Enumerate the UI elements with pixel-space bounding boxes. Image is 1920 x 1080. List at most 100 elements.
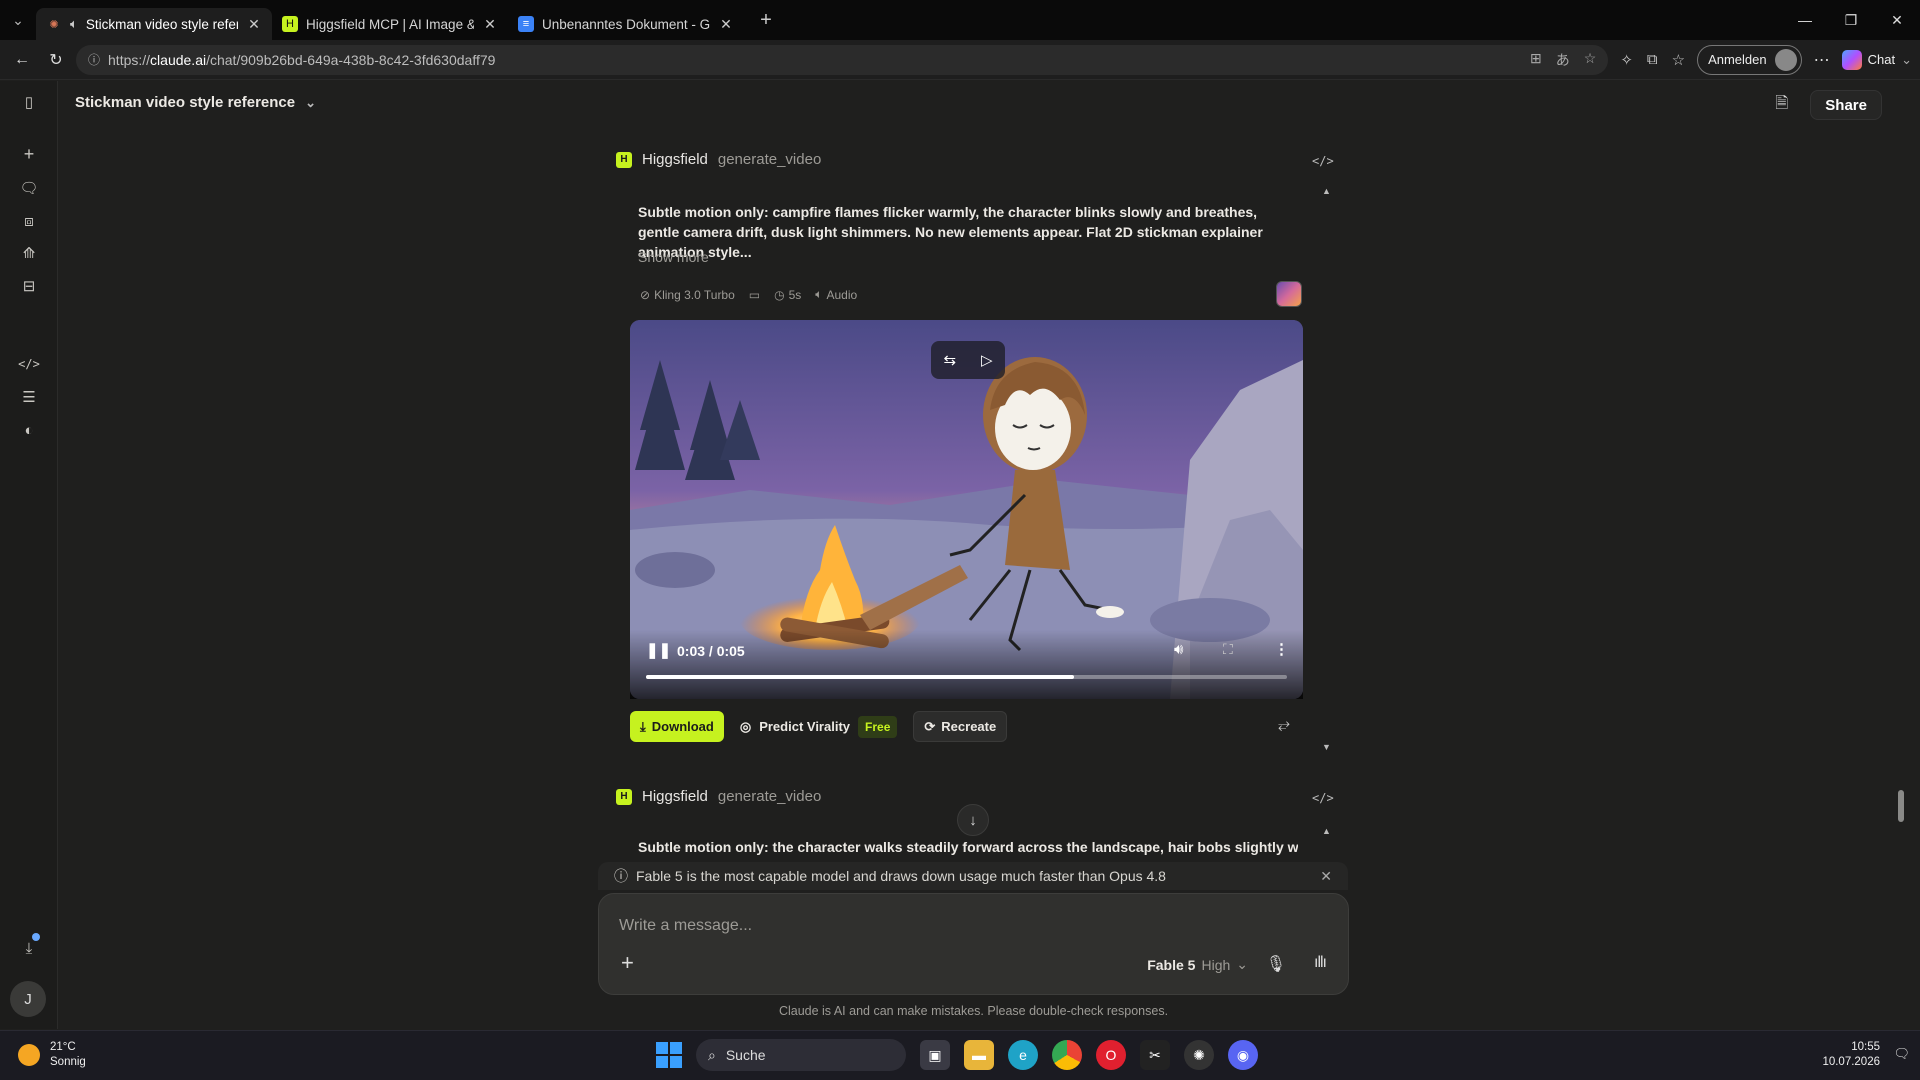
translate-icon[interactable]: あ	[1556, 50, 1570, 70]
clock[interactable]: 10:55 10.07.2026	[1822, 1040, 1880, 1070]
new-chat-plus-icon[interactable]: +	[18, 143, 40, 165]
extensions-icon[interactable]: ✧	[1620, 51, 1633, 69]
tab-list-chevron-icon[interactable]: ⌄	[0, 0, 36, 40]
video-progress-bar[interactable]	[646, 675, 1287, 679]
restore-icon[interactable]: ❐	[1828, 0, 1874, 40]
chat-title-dropdown[interactable]: Stickman video style reference ⌄	[75, 94, 316, 111]
back-arrow-icon[interactable]: ←	[8, 46, 36, 74]
video-meta: ⊘ Kling 3.0 Turbo ▭ ◷ 5s 🔈︎ Audio	[640, 287, 857, 302]
app-sidebar-rail: ▯ + 🗨︎ ⧈ ⟰ ⊟ </> ☰ ◐ ⤓ J	[0, 81, 58, 1029]
recreate-label: Recreate	[941, 719, 997, 734]
site-info-icon[interactable]: ⓘ	[88, 51, 100, 68]
video-controls-bar	[630, 630, 1303, 699]
projects-icon[interactable]: ⧈	[18, 210, 40, 232]
code-view-icon[interactable]: </>	[1312, 154, 1334, 168]
address-bar-row: ← ↻ ⓘ https://claude.ai/chat/909b26bd-64…	[0, 40, 1920, 80]
page-scrollbar-thumb[interactable]	[1898, 790, 1904, 822]
tab-title: Higgsfield MCP | AI Image & Video	[306, 16, 474, 32]
pause-icon[interactable]: ❚❚	[646, 641, 671, 659]
reload-icon[interactable]: ↻	[42, 46, 70, 74]
voice-mode-icon[interactable]: ıllı	[1314, 954, 1327, 972]
card-scrollbar[interactable]: ▲	[1322, 826, 1332, 838]
reference-thumbnail[interactable]	[1276, 281, 1302, 307]
close-window-icon[interactable]: ✕	[1874, 0, 1920, 40]
higgsfield-logo-icon: H	[616, 788, 632, 805]
app-install-icon[interactable]: ⊞	[1530, 50, 1542, 70]
volume-icon[interactable]: 🔊︎	[1174, 641, 1183, 658]
tab-audio-icon[interactable]: 🔈︎	[70, 16, 78, 32]
minimize-icon[interactable]: —	[1782, 0, 1828, 40]
list-icon[interactable]: ☰	[18, 386, 40, 408]
document-icon[interactable]: 🗎	[1775, 92, 1788, 119]
taskbar-search[interactable]: ⌕ Suche	[696, 1039, 906, 1071]
message-composer[interactable]: Write a message... + Fable 5 High ⌄ 🎙︎ ı…	[598, 893, 1349, 995]
code-view-icon[interactable]: </>	[1312, 791, 1334, 805]
claude-favicon-icon: ✺	[49, 18, 59, 31]
video-overlay-toolbar: ⇆ ▷	[931, 341, 1005, 379]
split-screen-icon[interactable]: ⧉	[1647, 51, 1658, 68]
swap-frame-icon[interactable]: ⇆	[943, 351, 956, 369]
opera-icon[interactable]: O	[1096, 1040, 1126, 1070]
user-avatar[interactable]: J	[10, 981, 46, 1017]
download-icon: ⤓	[640, 718, 646, 734]
tab-close-icon[interactable]: ✕	[482, 16, 498, 33]
date: 10.07.2026	[1822, 1056, 1880, 1068]
fullscreen-icon[interactable]: ⛶	[1223, 641, 1233, 658]
model-selector[interactable]: Fable 5 High ⌄	[1147, 956, 1248, 973]
share-button[interactable]: Share	[1810, 90, 1882, 120]
video-camera-icon: ▭	[748, 287, 761, 302]
profile-avatar-icon	[1774, 48, 1797, 71]
time: 10:55	[1851, 1041, 1880, 1053]
tab-close-icon[interactable]: ✕	[246, 16, 262, 33]
microphone-icon[interactable]: 🎙︎	[1266, 954, 1286, 974]
attach-plus-icon[interactable]: +	[621, 950, 634, 976]
edge-icon[interactable]: e	[1008, 1040, 1038, 1070]
scroll-up-icon[interactable]: ▲	[1322, 186, 1332, 196]
weather-widget[interactable]: 21°C Sonnig	[18, 1040, 86, 1070]
predict-virality-button[interactable]: ◎ Predict Virality Free	[740, 711, 898, 742]
scroll-up-icon[interactable]: ▲	[1322, 826, 1332, 836]
tab-higgsfield[interactable]: H Higgsfield MCP | AI Image & Video ✕	[272, 8, 508, 40]
file-explorer-icon[interactable]: ▬	[964, 1040, 994, 1070]
code-icon[interactable]: </>	[18, 353, 40, 375]
copilot-chat-button[interactable]: Chat ⌄	[1841, 49, 1912, 70]
video-more-icon[interactable]: ⋮	[1274, 640, 1289, 658]
signin-button[interactable]: Anmelden	[1697, 44, 1802, 75]
favorite-star-icon[interactable]: ☆	[1584, 50, 1597, 70]
notification-bell-icon[interactable]: 🗨︎	[1893, 1046, 1910, 1062]
tab-close-icon[interactable]: ✕	[718, 16, 734, 33]
higgsfield-link-icon[interactable]: ⥂	[1278, 716, 1290, 733]
url-field[interactable]: ⓘ https://claude.ai/chat/909b26bd-649a-4…	[76, 44, 1609, 75]
briefcase-icon[interactable]: ⊟	[18, 275, 40, 297]
windows-start-icon[interactable]	[656, 1042, 682, 1068]
notice-text: Fable 5 is the most capable model and dr…	[636, 868, 1166, 884]
recreate-button[interactable]: ⟳ Recreate	[913, 711, 1008, 742]
message-input[interactable]: Write a message...	[619, 917, 752, 935]
chatgpt-icon[interactable]: ✺	[1184, 1040, 1214, 1070]
video-to-video-icon[interactable]: ▷	[981, 351, 993, 369]
chats-bubble-icon[interactable]: 🗨︎	[18, 177, 40, 199]
sidebar-toggle-icon[interactable]: ▯	[18, 91, 40, 113]
close-notice-icon[interactable]: ✕	[1320, 868, 1332, 885]
new-tab-plus-icon[interactable]: +	[750, 4, 782, 36]
scroll-to-bottom-button[interactable]: ↓	[957, 804, 989, 836]
meta-audio: 🔈︎ Audio	[815, 287, 858, 302]
download-button[interactable]: ⤓ Download	[630, 711, 724, 742]
scroll-down-icon[interactable]: ▼	[1322, 742, 1331, 752]
discord-icon[interactable]: ◉	[1228, 1040, 1258, 1070]
effort-level: High	[1201, 956, 1231, 973]
tab-google-docs[interactable]: ≡ Unbenanntes Dokument - Google Docs ✕	[508, 8, 744, 40]
artifacts-icon[interactable]: ⟰	[18, 242, 40, 264]
palette-icon[interactable]: ◐	[18, 419, 40, 441]
meta-model: ⊘ Kling 3.0 Turbo	[640, 287, 735, 302]
favorites-icon[interactable]: ☆	[1672, 51, 1685, 69]
show-more-link[interactable]: Show more	[638, 249, 709, 265]
capcut-icon[interactable]: ✂	[1140, 1040, 1170, 1070]
chrome-icon[interactable]	[1052, 1040, 1082, 1070]
more-menu-icon[interactable]: ⋯	[1808, 46, 1836, 74]
windows-taskbar: 21°C Sonnig ⌕ Suche ▣ ▬ e O ✂ ✺ ◉ 10:55 …	[0, 1030, 1920, 1080]
chevron-down-icon: ⌄	[305, 94, 317, 110]
card-scrollbar[interactable]: ▲ ▼	[1322, 186, 1332, 756]
task-view-icon[interactable]: ▣	[920, 1040, 950, 1070]
tab-claude[interactable]: ✺ 🔈︎ Stickman video style reference ✕	[36, 8, 272, 40]
